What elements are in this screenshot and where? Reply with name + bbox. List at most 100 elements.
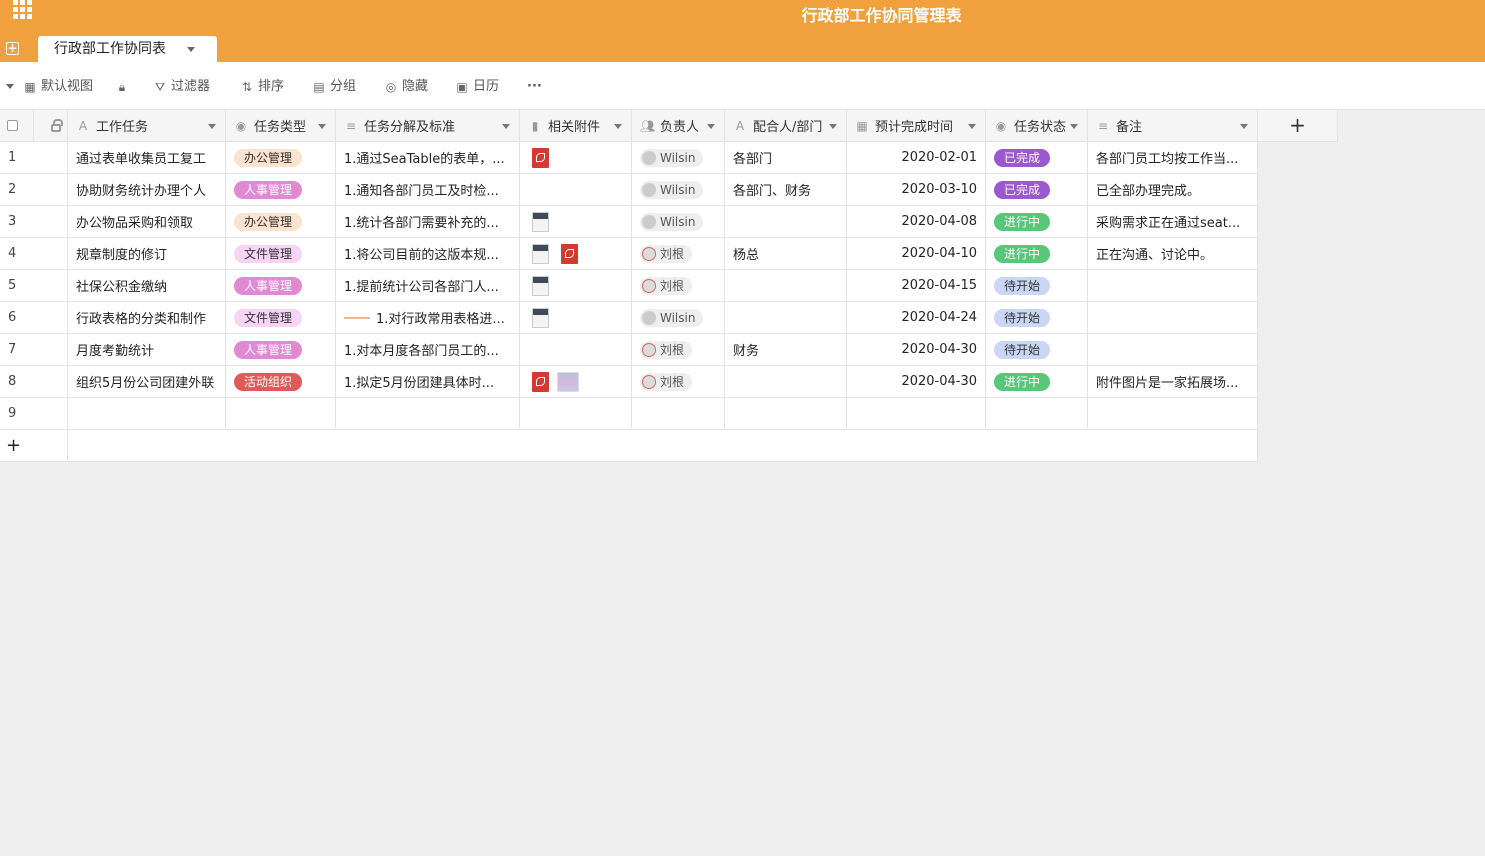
- cell-type[interactable]: 办公管理: [226, 142, 336, 174]
- cell-type[interactable]: 人事管理: [226, 270, 336, 302]
- group-button[interactable]: ▤ 分组: [313, 78, 356, 96]
- document-file-icon[interactable]: [532, 211, 549, 232]
- chevron-down-icon[interactable]: [1070, 124, 1078, 129]
- chevron-down-icon[interactable]: [318, 124, 326, 129]
- cell-owner[interactable]: [632, 398, 725, 430]
- cell-breakdown[interactable]: 1.通知各部门员工及时检...: [336, 174, 520, 206]
- cell-attach[interactable]: [520, 270, 632, 302]
- document-file-icon[interactable]: [532, 275, 549, 296]
- select-all-checkbox[interactable]: [7, 120, 18, 131]
- cell-task[interactable]: 协助财务统计办理个人: [68, 174, 226, 206]
- add-table-icon[interactable]: +: [6, 42, 19, 55]
- cell-task[interactable]: 办公物品采购和领取: [68, 206, 226, 238]
- cell-type[interactable]: [226, 398, 336, 430]
- pdf-file-icon[interactable]: [561, 243, 578, 264]
- cell-type[interactable]: 人事管理: [226, 334, 336, 366]
- cell-owner[interactable]: 刘根: [632, 238, 725, 270]
- cell-status[interactable]: 待开始: [986, 334, 1088, 366]
- cell-attach[interactable]: [520, 334, 632, 366]
- cell-attach[interactable]: [520, 142, 632, 174]
- cell-breakdown[interactable]: 1.提前统计公司各部门人...: [336, 270, 520, 302]
- cell-partner[interactable]: [725, 206, 847, 238]
- cell-breakdown[interactable]: [336, 398, 520, 430]
- cell-task[interactable]: [68, 398, 226, 430]
- cell-task[interactable]: 通过表单收集员工复工: [68, 142, 226, 174]
- cell-status[interactable]: 已完成: [986, 174, 1088, 206]
- cell-type[interactable]: 文件管理: [226, 302, 336, 334]
- cell-type[interactable]: 办公管理: [226, 206, 336, 238]
- table-tab[interactable]: 行政部工作协同表: [38, 36, 217, 62]
- cell-notes[interactable]: 采购需求正在通过seat...: [1088, 206, 1258, 238]
- column-header-notes[interactable]: ≡ 备注: [1088, 110, 1258, 142]
- cell-type[interactable]: 活动组织: [226, 366, 336, 398]
- image-thumbnail[interactable]: [557, 371, 579, 392]
- chevron-down-icon[interactable]: [707, 124, 715, 129]
- add-row-strip[interactable]: [68, 430, 1258, 462]
- cell-breakdown[interactable]: 1.对本月度各部门员工的...: [336, 334, 520, 366]
- chevron-down-icon[interactable]: [1240, 124, 1248, 129]
- cell-notes[interactable]: [1088, 398, 1258, 430]
- cell-due[interactable]: 2020-04-24: [847, 302, 986, 334]
- cell-partner[interactable]: [725, 270, 847, 302]
- cell-owner[interactable]: 刘根: [632, 366, 725, 398]
- cell-partner[interactable]: 各部门、财务: [725, 174, 847, 206]
- calendar-button[interactable]: ▣ 日历: [456, 78, 499, 96]
- cell-notes[interactable]: 正在沟通、讨论中。: [1088, 238, 1258, 270]
- cell-partner[interactable]: [725, 302, 847, 334]
- cell-owner[interactable]: 刘根: [632, 334, 725, 366]
- lock-icon[interactable]: [51, 119, 63, 132]
- cell-partner[interactable]: 杨总: [725, 238, 847, 270]
- cell-due[interactable]: 2020-04-10: [847, 238, 986, 270]
- cell-attach[interactable]: [520, 366, 632, 398]
- cell-due[interactable]: 2020-04-30: [847, 366, 986, 398]
- cell-type[interactable]: 人事管理: [226, 174, 336, 206]
- cell-status[interactable]: [986, 398, 1088, 430]
- hide-button[interactable]: ◎ 隐藏: [385, 78, 428, 96]
- cell-task[interactable]: 组织5月份公司团建外联: [68, 366, 226, 398]
- cell-notes[interactable]: 附件图片是一家拓展场...: [1088, 366, 1258, 398]
- chevron-down-icon[interactable]: [968, 124, 976, 129]
- cell-due[interactable]: 2020-03-10: [847, 174, 986, 206]
- cell-notes[interactable]: [1088, 302, 1258, 334]
- column-header-partner[interactable]: A 配合人/部门: [725, 110, 847, 142]
- cell-due[interactable]: 2020-02-01: [847, 142, 986, 174]
- cell-task[interactable]: 行政表格的分类和制作: [68, 302, 226, 334]
- cell-status[interactable]: 待开始: [986, 302, 1088, 334]
- cell-attach[interactable]: [520, 398, 632, 430]
- chevron-down-icon[interactable]: [502, 124, 510, 129]
- cell-due[interactable]: 2020-04-30: [847, 334, 986, 366]
- cell-breakdown[interactable]: 1.对行政常用表格进...: [336, 302, 520, 334]
- cell-owner[interactable]: 刘根: [632, 270, 725, 302]
- document-file-icon[interactable]: [532, 243, 549, 264]
- cell-attach[interactable]: [520, 238, 632, 270]
- cell-task[interactable]: 规章制度的修订: [68, 238, 226, 270]
- chevron-down-icon[interactable]: [829, 124, 837, 129]
- column-header-type[interactable]: ◉ 任务类型: [226, 110, 336, 142]
- cell-due[interactable]: [847, 398, 986, 430]
- cell-breakdown[interactable]: 1.统计各部门需要补充的...: [336, 206, 520, 238]
- cell-type[interactable]: 文件管理: [226, 238, 336, 270]
- cell-partner[interactable]: [725, 366, 847, 398]
- cell-partner[interactable]: 财务: [725, 334, 847, 366]
- chevron-down-icon[interactable]: [614, 124, 622, 129]
- pdf-file-icon[interactable]: [532, 371, 549, 392]
- column-header-attach[interactable]: ▮ 相关附件: [520, 110, 632, 142]
- cell-status[interactable]: 进行中: [986, 366, 1088, 398]
- cell-owner[interactable]: Wilsin: [632, 174, 725, 206]
- cell-notes[interactable]: 各部门员工均按工作当...: [1088, 142, 1258, 174]
- cell-status[interactable]: 进行中: [986, 206, 1088, 238]
- view-button[interactable]: ▦ 默认视图: [24, 78, 93, 96]
- add-row-button[interactable]: +: [0, 430, 68, 462]
- cell-task[interactable]: 月度考勤统计: [68, 334, 226, 366]
- cell-status[interactable]: 已完成: [986, 142, 1088, 174]
- cell-owner[interactable]: Wilsin: [632, 206, 725, 238]
- filter-button[interactable]: ⛛ 过滤器: [154, 78, 210, 96]
- cell-attach[interactable]: [520, 174, 632, 206]
- add-column-button[interactable]: +: [1258, 110, 1338, 142]
- column-header-breakdown[interactable]: ≡ 任务分解及标准: [336, 110, 520, 142]
- cell-partner[interactable]: 各部门: [725, 142, 847, 174]
- cell-notes[interactable]: [1088, 334, 1258, 366]
- cell-notes[interactable]: 已全部办理完成。: [1088, 174, 1258, 206]
- cell-owner[interactable]: Wilsin: [632, 302, 725, 334]
- cell-notes[interactable]: [1088, 270, 1258, 302]
